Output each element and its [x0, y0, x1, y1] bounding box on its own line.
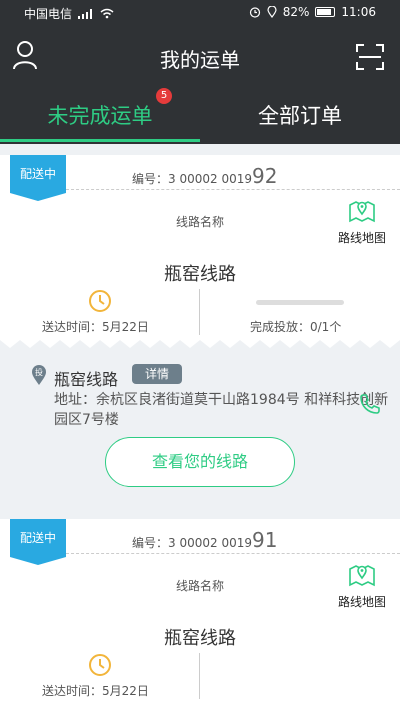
order-number: 编号：3 00002 001991 [132, 528, 277, 552]
order-number-prefix: 编号：3 00002 0019 [132, 536, 252, 550]
status-ribbon: 配送中 [10, 155, 66, 201]
route-name: 瓶窑线路 [164, 628, 236, 649]
drop-pin-icon: 投 [32, 365, 46, 385]
route-map-button[interactable]: 路线地图 [334, 197, 390, 246]
view-route-button[interactable]: 查看您的线路 [105, 437, 295, 487]
active-tab-indicator [0, 139, 200, 142]
battery-icon [315, 7, 336, 17]
delivery-time: 送达时间：5月22日 [42, 320, 149, 334]
status-label: 配送中 [19, 531, 56, 545]
map-icon [349, 565, 375, 587]
order-card[interactable]: 配送中 编号：3 00002 001991 线路名称 路线地图 瓶窑线路 送达时… [0, 519, 400, 711]
column-divider [199, 289, 200, 335]
status-ribbon: 配送中 [10, 519, 66, 565]
stop-detail-panel: 投 瓶窑线路 详情 地址：余杭区良渚街道莫干山路1984号 和祥科技创新园区7号… [0, 348, 400, 520]
divider [66, 553, 400, 554]
details-button[interactable]: 详情 [132, 364, 182, 384]
order-number: 编号：3 00002 001992 [132, 164, 277, 188]
tab-all-orders[interactable]: 全部订单 [200, 96, 400, 136]
status-label: 配送中 [19, 167, 56, 181]
clock-time: 11:06 [341, 5, 376, 19]
carrier-label: 中国电信 [24, 7, 73, 21]
tab-label: 全部订单 [258, 104, 342, 128]
route-map-label: 路线地图 [337, 595, 386, 609]
wifi-icon [100, 8, 114, 19]
app-header: 我的运单 未完成运单 5 全部订单 [0, 26, 400, 144]
route-name: 瓶窑线路 [164, 264, 236, 285]
tab-label: 未完成运单 [47, 104, 153, 128]
column-divider [199, 653, 200, 699]
location-icon [267, 6, 277, 18]
order-number-suffix: 91 [251, 528, 278, 552]
scan-icon[interactable] [356, 44, 384, 70]
tab-count-badge: 5 [156, 88, 172, 104]
alarm-icon [249, 7, 260, 18]
battery-percent: 82% [282, 5, 310, 19]
order-number-prefix: 编号：3 00002 0019 [132, 172, 252, 186]
signal-icon [78, 8, 93, 19]
tab-unfinished-orders[interactable]: 未完成运单 [0, 96, 200, 136]
drop-pin-tag: 投 [35, 367, 43, 377]
delivery-time: 送达时间：5月22日 [42, 684, 149, 698]
status-bar: 中国电信 82% 11:06 [0, 0, 400, 26]
order-number-suffix: 92 [251, 164, 278, 188]
delivery-progress-bar [256, 300, 344, 305]
page-title: 我的运单 [160, 48, 240, 72]
clock-icon [89, 290, 111, 312]
clock-icon [89, 654, 111, 676]
phone-icon[interactable] [358, 392, 380, 414]
order-card[interactable]: 配送中 编号：3 00002 001992 线路名称 路线地图 瓶窑线路 送达时… [0, 155, 400, 520]
completed-count: 完成投放：0/1个 [250, 320, 342, 334]
route-map-label: 路线地图 [337, 231, 386, 245]
stop-address: 地址：余杭区良渚街道莫干山路1984号 和祥科技创新园区7号楼 [54, 392, 389, 428]
stop-name: 瓶窑线路 [54, 370, 119, 389]
map-icon [349, 201, 375, 223]
divider [66, 189, 400, 190]
route-map-button[interactable]: 路线地图 [334, 561, 390, 610]
